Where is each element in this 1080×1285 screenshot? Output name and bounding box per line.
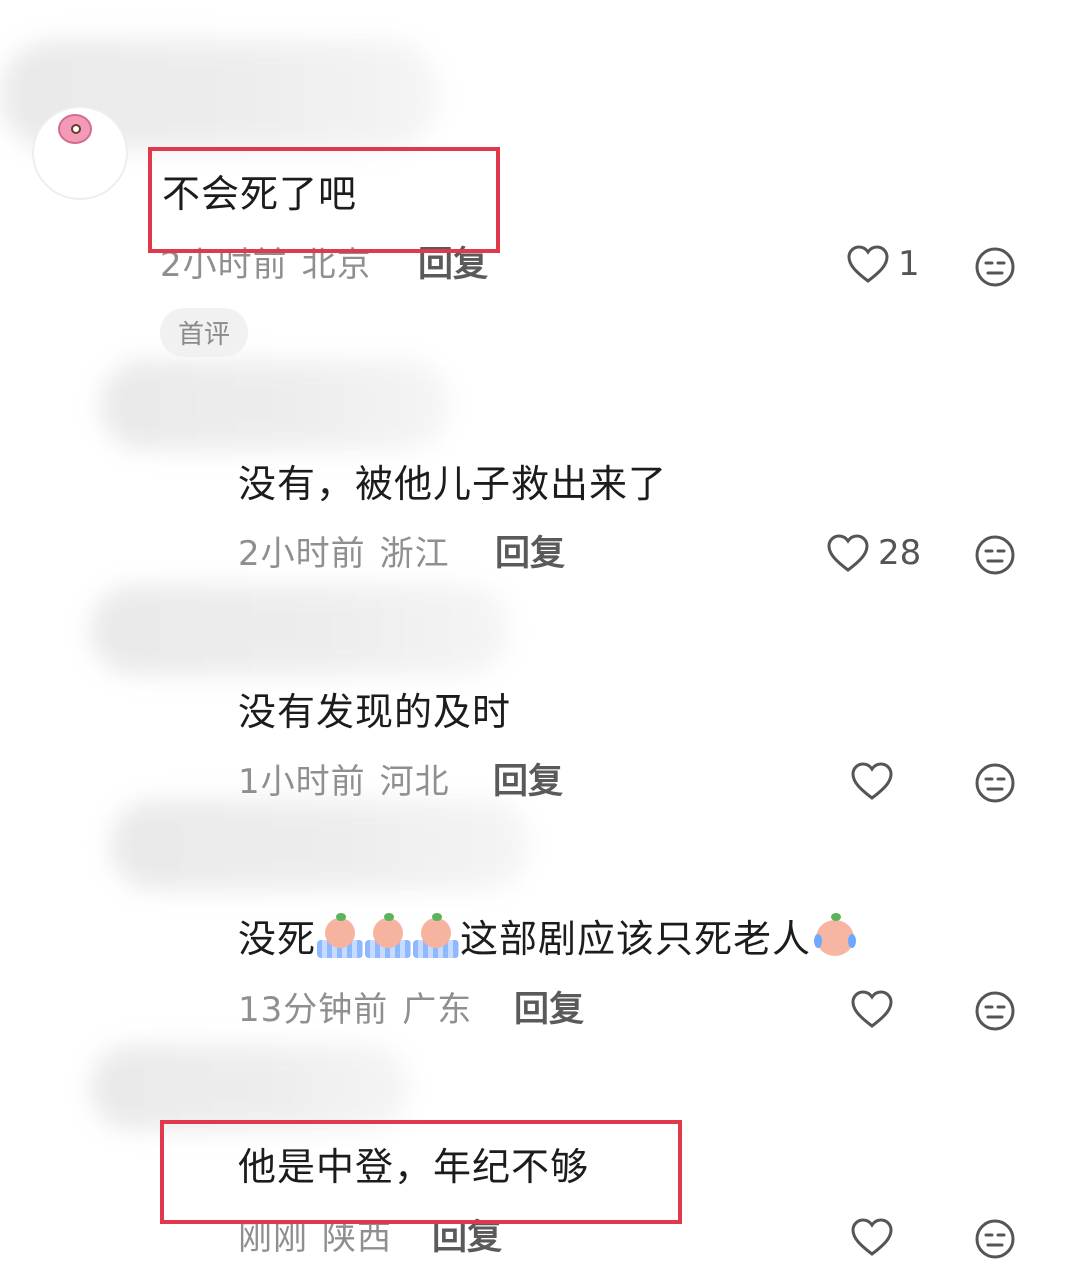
like-button[interactable] (850, 1217, 894, 1257)
comment-meta: 刚刚 陕西 (238, 1216, 392, 1260)
reply-button[interactable]: 回复 (493, 760, 563, 804)
blurred-username (90, 585, 510, 675)
comment-text: 没有，被他儿子救出来了 (238, 462, 668, 506)
comment-text: 没死 这部剧应该只死老人 (238, 913, 859, 963)
neutral-face-icon[interactable] (974, 246, 1016, 288)
comment-text: 不会死了吧 (162, 172, 358, 216)
blurred-username (90, 1045, 410, 1130)
like-count: 28 (878, 533, 922, 573)
like-button[interactable] (850, 761, 894, 801)
blurred-username (110, 800, 530, 890)
blurred-username (100, 360, 450, 450)
reply-button[interactable]: 回复 (432, 1216, 502, 1260)
heart-outline-icon (851, 1218, 893, 1256)
comment-location: 陕西 (322, 1218, 392, 1258)
neutral-face-icon[interactable] (974, 534, 1016, 576)
like-button[interactable] (850, 989, 894, 1029)
comment-meta: 1小时前 河北 (238, 760, 450, 804)
like-button[interactable]: 1 (846, 244, 920, 284)
comment-time: 2小时前 (160, 245, 288, 285)
comment-time: 13分钟前 (238, 990, 389, 1030)
neutral-face-icon[interactable] (974, 990, 1016, 1032)
donut-avatar-icon (58, 114, 92, 144)
neutral-face-icon[interactable] (974, 1218, 1016, 1260)
comment-location: 广东 (402, 990, 473, 1030)
comment-location: 北京 (301, 245, 372, 285)
reply-button[interactable]: 回复 (514, 988, 584, 1032)
heart-outline-icon (851, 990, 893, 1028)
comment-time: 1小时前 (238, 762, 366, 802)
comment-text-end: 这部剧应该只死老人 (460, 917, 812, 961)
comment-time: 2小时前 (238, 534, 366, 574)
comment-text-start: 没死 (238, 917, 317, 961)
reply-button[interactable]: 回复 (495, 532, 565, 576)
first-comment-badge: 首评 (160, 308, 249, 357)
avatar[interactable] (32, 106, 128, 200)
comment-location: 浙江 (379, 534, 450, 574)
reply-button[interactable]: 回复 (418, 243, 488, 287)
comment-location: 河北 (379, 762, 450, 802)
comment-meta: 2小时前 北京 (160, 243, 372, 287)
neutral-face-icon[interactable] (974, 762, 1016, 804)
comment-meta: 2小时前 浙江 (238, 532, 450, 576)
heart-outline-icon (851, 762, 893, 800)
like-button[interactable]: 28 (826, 533, 921, 573)
crying-bath-emoji (365, 913, 412, 960)
crying-bath-emoji (317, 913, 364, 960)
comment-list: 不会死了吧 2小时前 北京 回复 1 首评 没有，被他儿子救出来了 2小时前 浙江 … (0, 0, 1080, 1285)
comment-time: 刚刚 (238, 1218, 308, 1258)
comment-text: 没有发现的及时 (238, 690, 512, 734)
crying-bath-emoji (413, 913, 460, 960)
comment-meta: 13分钟前 广东 (238, 988, 472, 1032)
like-count: 1 (898, 244, 920, 284)
heart-outline-icon (827, 534, 869, 572)
comment-text: 他是中登，年纪不够 (238, 1145, 590, 1189)
heart-outline-icon (847, 245, 889, 283)
laughing-crying-emoji (812, 913, 858, 960)
